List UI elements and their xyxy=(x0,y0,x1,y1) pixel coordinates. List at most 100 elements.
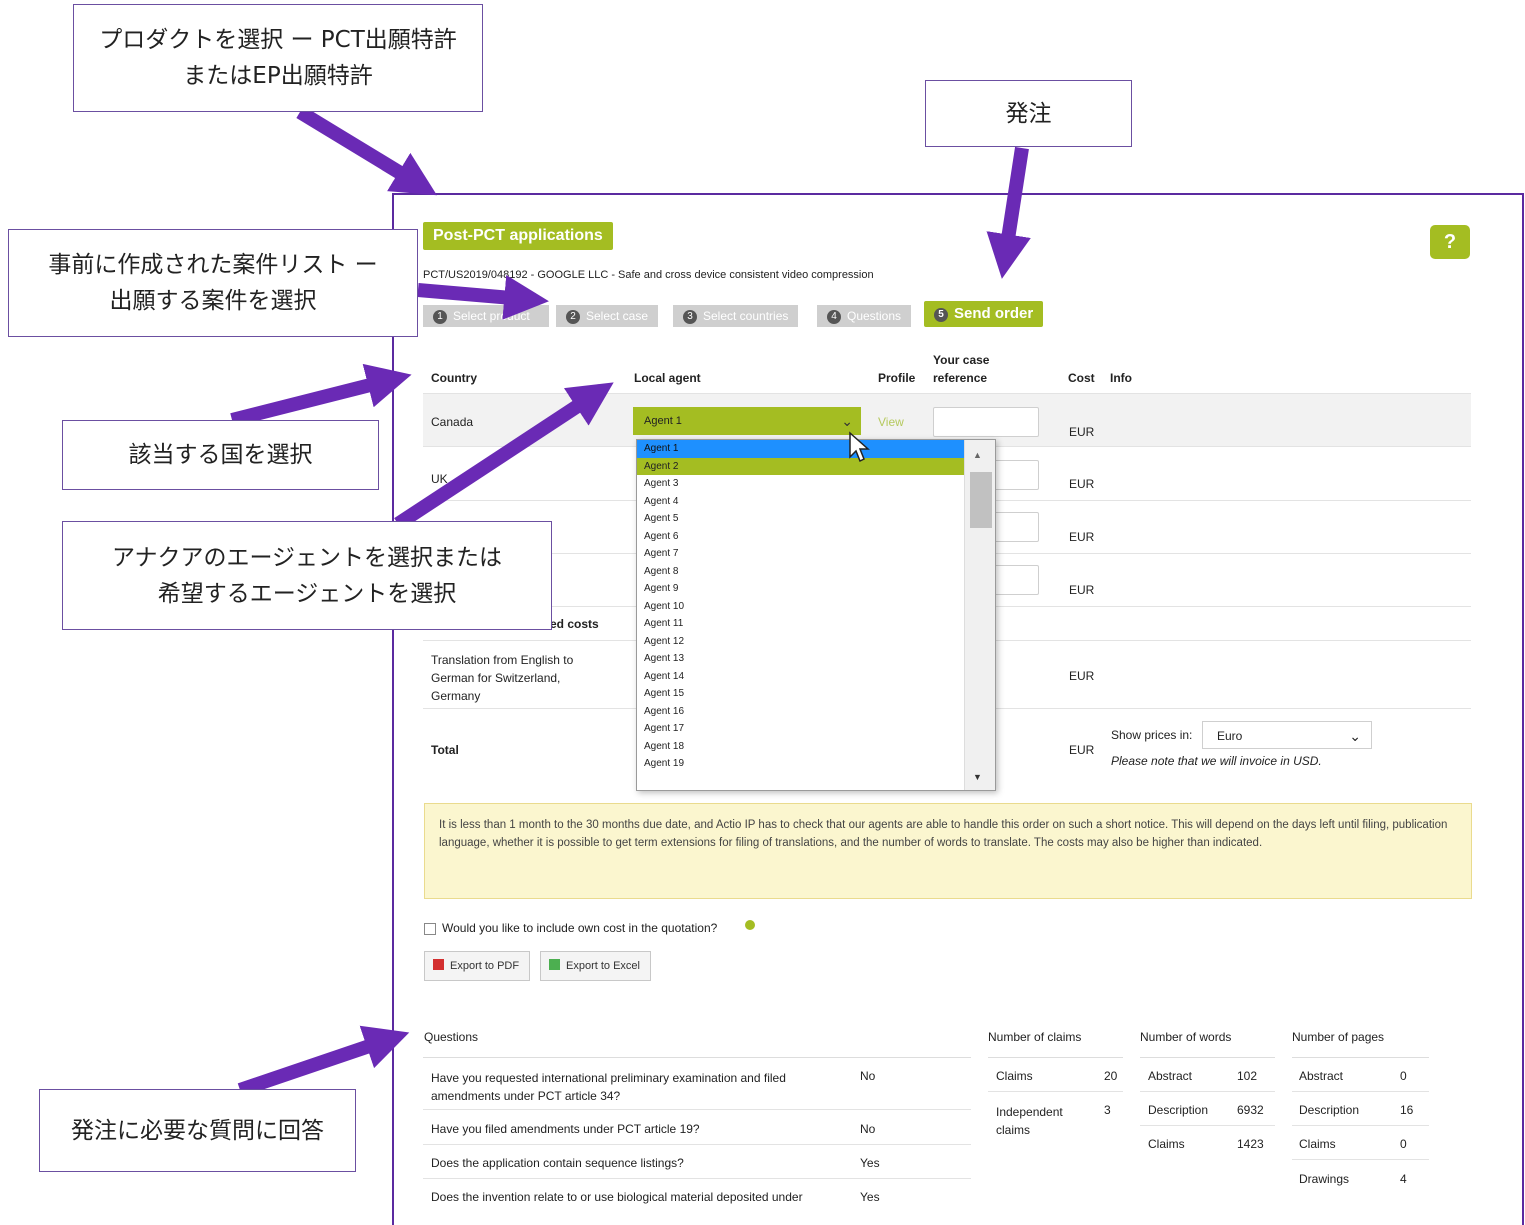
callout-line: 事前に作成された案件リスト ー xyxy=(48,252,378,278)
agent-option[interactable]: Agent 19 xyxy=(637,755,964,773)
agent-option[interactable]: Agent 14 xyxy=(637,668,964,686)
chevron-down-icon: ⌄ xyxy=(1349,728,1361,744)
words-claims-value: 1423 xyxy=(1237,1137,1264,1151)
question-answer: Yes xyxy=(860,1156,880,1170)
cost-currency: EUR xyxy=(1069,583,1095,597)
agent-option[interactable]: Agent 7 xyxy=(637,545,964,563)
divider xyxy=(1292,1057,1429,1058)
scroll-down-icon[interactable]: ▼ xyxy=(973,772,982,782)
case-line: PCT/US2019/048192 - GOOGLE LLC - Safe an… xyxy=(423,269,874,281)
product-tag: Post-PCT applications xyxy=(423,222,613,250)
col-case-ref-line2: reference xyxy=(933,371,988,385)
scrollbar[interactable]: ▲ ▼ xyxy=(964,440,995,790)
divider xyxy=(423,1057,971,1058)
agent-option[interactable]: Agent 13 xyxy=(637,650,964,668)
agent-dropdown-list[interactable]: Agent 1 Agent 2 Agent 3 Agent 4 Agent 5 Agent… xyxy=(636,439,996,791)
app-frame: Post-PCT applications ? PCT/US2019/04819… xyxy=(392,193,1524,1225)
agent-option[interactable]: Agent 6 xyxy=(637,528,964,546)
question-answer: Yes xyxy=(860,1190,880,1204)
translation-line: German for Switzerland, xyxy=(431,671,561,685)
step-select-product[interactable]: 1 Select product xyxy=(423,305,549,327)
divider xyxy=(1140,1125,1275,1126)
callout-send-order: 発注 xyxy=(925,80,1132,147)
export-excel-button[interactable]: Export to Excel xyxy=(540,951,651,981)
scroll-up-icon[interactable]: ▲ xyxy=(973,450,982,460)
agent-option[interactable]: Agent 11 xyxy=(637,615,964,633)
cost-currency: EUR xyxy=(1069,425,1095,439)
claims-header: Number of claims xyxy=(988,1030,1082,1044)
translation-line: Germany xyxy=(431,689,481,703)
col-local-agent: Local agent xyxy=(634,371,701,385)
col-country: Country xyxy=(431,371,477,385)
words-description-label: Description xyxy=(1148,1103,1209,1117)
pages-drawings-value: 4 xyxy=(1400,1172,1407,1186)
divider xyxy=(1140,1091,1275,1092)
agent-option[interactable]: Agent 1 xyxy=(637,440,964,458)
total-label: Total xyxy=(431,743,459,757)
agent-option[interactable]: Agent 3 xyxy=(637,475,964,493)
agent-option[interactable]: Agent 2 xyxy=(637,457,964,475)
independent-claims-value: 3 xyxy=(1104,1103,1111,1117)
pages-claims-label: Claims xyxy=(1299,1137,1336,1151)
step-number: 1 xyxy=(433,310,447,324)
help-button[interactable]: ? xyxy=(1430,225,1470,259)
arrow-product xyxy=(296,106,437,196)
agent-option[interactable]: Agent 17 xyxy=(637,720,964,738)
own-cost-label: Would you like to include own cost in th… xyxy=(442,921,718,935)
arrow-questions xyxy=(237,1025,410,1097)
show-prices-label: Show prices in: xyxy=(1111,728,1193,742)
own-cost-checkbox[interactable] xyxy=(424,923,436,935)
case-reference-input[interactable] xyxy=(933,407,1039,437)
step-select-countries[interactable]: 3 Select countries xyxy=(673,305,799,327)
words-abstract-value: 102 xyxy=(1237,1069,1258,1083)
question-text: Does the application contain sequence li… xyxy=(431,1156,684,1170)
arrow-country xyxy=(230,363,412,427)
divider xyxy=(423,1144,971,1145)
independent-claims-label: Independent claims xyxy=(996,1103,1063,1139)
scrollbar-thumb[interactable] xyxy=(970,472,992,528)
label-line: claims xyxy=(996,1123,1031,1137)
agent-option[interactable]: Agent 12 xyxy=(637,633,964,651)
callout-line: またはEP出願特許 xyxy=(183,63,373,89)
currency-select-value: Euro xyxy=(1217,729,1243,743)
step-questions[interactable]: 4 Questions xyxy=(817,305,912,327)
words-description-value: 6932 xyxy=(1237,1103,1264,1117)
agent-option[interactable]: Agent 5 xyxy=(637,510,964,528)
step-select-case[interactable]: 2 Select case xyxy=(556,305,659,327)
step-send-order[interactable]: 5 Send order xyxy=(924,301,1044,327)
step-number: 5 xyxy=(934,308,948,322)
question-line: amendments under PCT article 34? xyxy=(431,1089,621,1103)
callout-line: 希望するエージェントを選択 xyxy=(157,580,457,607)
pages-header: Number of pages xyxy=(1292,1030,1385,1044)
agent-select-value: Agent 1 xyxy=(644,415,682,427)
agent-option[interactable]: Agent 15 xyxy=(637,685,964,703)
label-line: Independent xyxy=(996,1105,1063,1119)
agent-option[interactable]: Agent 18 xyxy=(637,738,964,756)
col-cost: Cost xyxy=(1068,371,1095,385)
translation-line: Translation from English to xyxy=(431,653,574,667)
agent-option[interactable]: Agent 10 xyxy=(637,598,964,616)
question-answer: No xyxy=(860,1122,876,1136)
callout-line: 出願する案件を選択 xyxy=(109,288,317,314)
agent-option-list: Agent 1 Agent 2 Agent 3 Agent 4 Agent 5 Agent… xyxy=(637,440,964,773)
mouse-cursor-icon xyxy=(849,431,870,463)
callout-line: プロダクトを選択 ー PCT出願特許 xyxy=(99,27,457,53)
agent-select[interactable]: Agent 1 ⌄ xyxy=(633,407,861,435)
words-claims-label: Claims xyxy=(1148,1137,1185,1151)
agent-option[interactable]: Agent 16 xyxy=(637,703,964,721)
agent-option[interactable]: Agent 4 xyxy=(637,493,964,511)
export-pdf-button[interactable]: Export to PDF xyxy=(424,951,531,981)
profile-view-link[interactable]: View xyxy=(878,415,904,429)
agent-option[interactable]: Agent 8 xyxy=(637,563,964,581)
info-icon[interactable] xyxy=(745,920,755,930)
agent-option[interactable]: Agent 9 xyxy=(637,580,964,598)
cost-currency: EUR xyxy=(1069,669,1095,683)
related-costs-label: ed costs xyxy=(550,617,599,631)
divider xyxy=(1140,1057,1275,1058)
currency-select[interactable]: Euro ⌄ xyxy=(1202,721,1372,749)
country-name: UK xyxy=(431,472,448,486)
excel-icon xyxy=(549,959,560,970)
claims-value: 20 xyxy=(1104,1069,1118,1083)
callout-select-product: プロダクトを選択 ー PCT出願特許 またはEP出願特許 xyxy=(73,4,483,112)
divider xyxy=(423,1178,971,1179)
